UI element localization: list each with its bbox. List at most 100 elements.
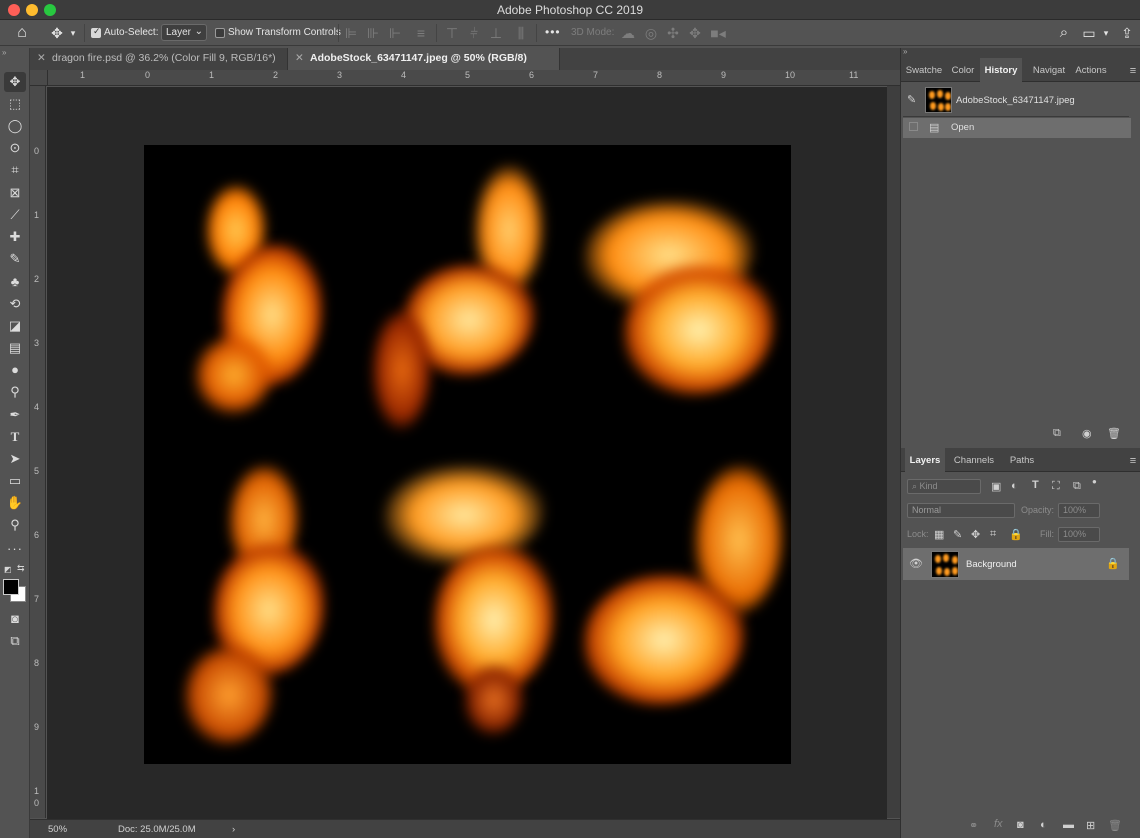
default-colors-icon[interactable]: ◩	[4, 565, 12, 574]
search-icon[interactable]: ⌕	[1056, 20, 1072, 46]
eyedropper-tool-icon[interactable]: ⟋	[4, 205, 26, 225]
lock-all-icon[interactable]: 🔒	[1009, 528, 1023, 541]
status-menu-arrow[interactable]: ›	[232, 824, 235, 835]
adjustment-icon[interactable]: ◐	[1040, 819, 1047, 831]
dodge-tool-icon[interactable]: ⚲	[4, 382, 26, 402]
align-left-icon[interactable]: ⊫	[344, 20, 358, 46]
move-tool-icon[interactable]: ✥	[48, 20, 66, 46]
new-layer-icon[interactable]: ⊞	[1086, 819, 1095, 832]
horizontal-ruler[interactable]: 1 0 1 2 3 4 5 6 7 8 9 10 11	[48, 70, 900, 86]
filter-pixel-icon[interactable]: ▣	[991, 480, 1001, 493]
align-right-icon[interactable]: ⊩	[388, 20, 402, 46]
stamp-tool-icon[interactable]: ♣	[4, 272, 26, 292]
ruler-origin[interactable]	[30, 70, 48, 86]
history-brush-tool-icon[interactable]: ⟲	[4, 294, 26, 314]
screen-mode-icon[interactable]: ⧉	[4, 631, 26, 651]
camera-icon[interactable]: ◉	[1082, 427, 1092, 440]
slide-3d-icon[interactable]: ✥	[687, 20, 703, 46]
collapse-panel-icon[interactable]: »	[2, 48, 6, 57]
align-bottom-icon[interactable]: ⊥	[489, 20, 503, 46]
quick-select-tool-icon[interactable]: ⊙	[4, 138, 26, 158]
close-tab-icon[interactable]: ✕	[37, 52, 46, 64]
distribute-icon[interactable]: ≡	[414, 20, 428, 46]
crop-tool-icon[interactable]: ⌗	[4, 160, 26, 180]
tab-actions[interactable]: Actions	[1072, 58, 1110, 82]
path-select-tool-icon[interactable]: ➤	[4, 449, 26, 469]
history-snapshot[interactable]: ✎ AdobeStock_63471147.jpeg	[903, 86, 1131, 114]
distribute-vertical-icon[interactable]: ⫼	[514, 20, 528, 46]
swap-colors-icon[interactable]: ⇆	[17, 563, 25, 574]
filter-shape-icon[interactable]: ⛶	[1052, 480, 1060, 493]
layer-name[interactable]: Background	[966, 559, 1017, 570]
blend-mode-dropdown[interactable]: Normal	[907, 503, 1015, 518]
expand-panels-icon[interactable]: »	[903, 47, 907, 56]
auto-select-checkbox[interactable]	[91, 26, 101, 38]
tab-swatches[interactable]: Swatche	[905, 58, 943, 82]
document-canvas[interactable]	[144, 145, 791, 764]
tab-channels[interactable]: Channels	[949, 448, 999, 472]
edit-toolbar-icon[interactable]: ···	[4, 539, 26, 559]
pen-tool-icon[interactable]: ✒	[4, 405, 26, 425]
marquee-tool-icon[interactable]: ⬚	[4, 94, 26, 114]
trash-icon[interactable]: 🗑	[1107, 427, 1121, 440]
tab-color[interactable]: Color	[946, 58, 980, 82]
zoom-tool-icon[interactable]: ⚲	[4, 515, 26, 535]
tab-history[interactable]: History	[980, 58, 1022, 82]
tab-navigator[interactable]: Navigat	[1028, 58, 1070, 82]
share-icon[interactable]: ⇪	[1118, 20, 1136, 46]
workspace-icon[interactable]: ▭	[1080, 20, 1098, 46]
filter-toggle-icon[interactable]: ●	[1092, 477, 1097, 486]
tool-preset-chevron-icon[interactable]: ▾	[68, 20, 78, 46]
tab-layers[interactable]: Layers	[905, 448, 945, 472]
brush-tool-icon[interactable]: ✎	[4, 249, 26, 269]
move-tool-icon[interactable]: ✥	[4, 72, 26, 92]
lock-icon[interactable]: 🔒	[1106, 557, 1120, 570]
history-brush-source-icon[interactable]: ✎	[907, 93, 916, 106]
zoom-level[interactable]: 50%	[48, 824, 67, 835]
tab-dragon-fire[interactable]: ✕ dragon fire.psd @ 36.2% (Color Fill 9,…	[30, 48, 288, 70]
hand-tool-icon[interactable]: ✋	[4, 493, 26, 513]
show-transform-checkbox[interactable]	[215, 28, 225, 38]
lock-artboard-icon[interactable]: ⌗	[990, 528, 996, 541]
orbit-3d-icon[interactable]: ☁	[620, 20, 636, 46]
gradient-tool-icon[interactable]: ▤	[4, 338, 26, 358]
align-vcenter-icon[interactable]: ⫩	[467, 20, 481, 46]
opacity-field[interactable]: 100%	[1058, 503, 1100, 518]
rectangle-tool-icon[interactable]: ▭	[4, 471, 26, 491]
tab-adobestock[interactable]: ✕ AdobeStock_63471147.jpeg @ 50% (RGB/8)	[288, 48, 560, 70]
quick-mask-icon[interactable]: ◙	[4, 609, 26, 629]
canvas-scrollbar[interactable]	[887, 86, 900, 818]
scale-3d-icon[interactable]: ■◂	[709, 20, 727, 46]
close-tab-icon[interactable]: ✕	[295, 52, 304, 64]
fill-field[interactable]: 100%	[1058, 527, 1100, 542]
filter-type-icon[interactable]: T	[1032, 479, 1039, 491]
new-document-from-state-icon[interactable]: ⧉	[1053, 427, 1061, 440]
panel-menu-icon[interactable]: ≡	[1127, 448, 1139, 472]
mask-icon[interactable]: ◙	[1017, 819, 1024, 831]
fx-icon[interactable]: fx	[994, 818, 1003, 830]
tab-paths[interactable]: Paths	[1005, 448, 1039, 472]
auto-select-dropdown[interactable]: Layer ⌄	[161, 24, 207, 41]
history-state[interactable]: ▤ Open	[903, 118, 1131, 138]
history-source-box[interactable]	[909, 122, 918, 131]
lasso-tool-icon[interactable]: ◯	[4, 116, 26, 136]
trash-icon[interactable]: 🗑	[1108, 819, 1122, 832]
frame-tool-icon[interactable]: ⊠	[4, 183, 26, 203]
layer-row[interactable]: 👁 Background 🔒	[903, 548, 1129, 580]
filter-smart-object-icon[interactable]: ⧉	[1073, 480, 1081, 493]
align-top-icon[interactable]: ⊤	[445, 20, 459, 46]
lock-position-icon[interactable]: ✥	[971, 528, 980, 541]
layer-filter-kind[interactable]: ⌕ Kind	[907, 479, 981, 494]
type-tool-icon[interactable]: T	[4, 427, 26, 447]
pan-3d-icon[interactable]: ✣	[665, 20, 681, 46]
group-icon[interactable]: ▬	[1063, 819, 1074, 831]
healing-brush-tool-icon[interactable]: ✚	[4, 227, 26, 247]
vertical-ruler[interactable]: 0 1 2 3 4 5 6 7 8 9 1 0	[30, 86, 46, 818]
workspace-chevron-icon[interactable]: ▾	[1101, 20, 1111, 46]
align-hcenter-icon[interactable]: ⊪	[366, 20, 380, 46]
filter-adjustment-icon[interactable]: ◐	[1011, 480, 1018, 492]
lock-image-icon[interactable]: ✎	[953, 528, 962, 541]
eraser-tool-icon[interactable]: ◪	[4, 316, 26, 336]
blur-tool-icon[interactable]: ●	[4, 360, 26, 380]
more-options-button[interactable]: •••	[545, 25, 561, 39]
